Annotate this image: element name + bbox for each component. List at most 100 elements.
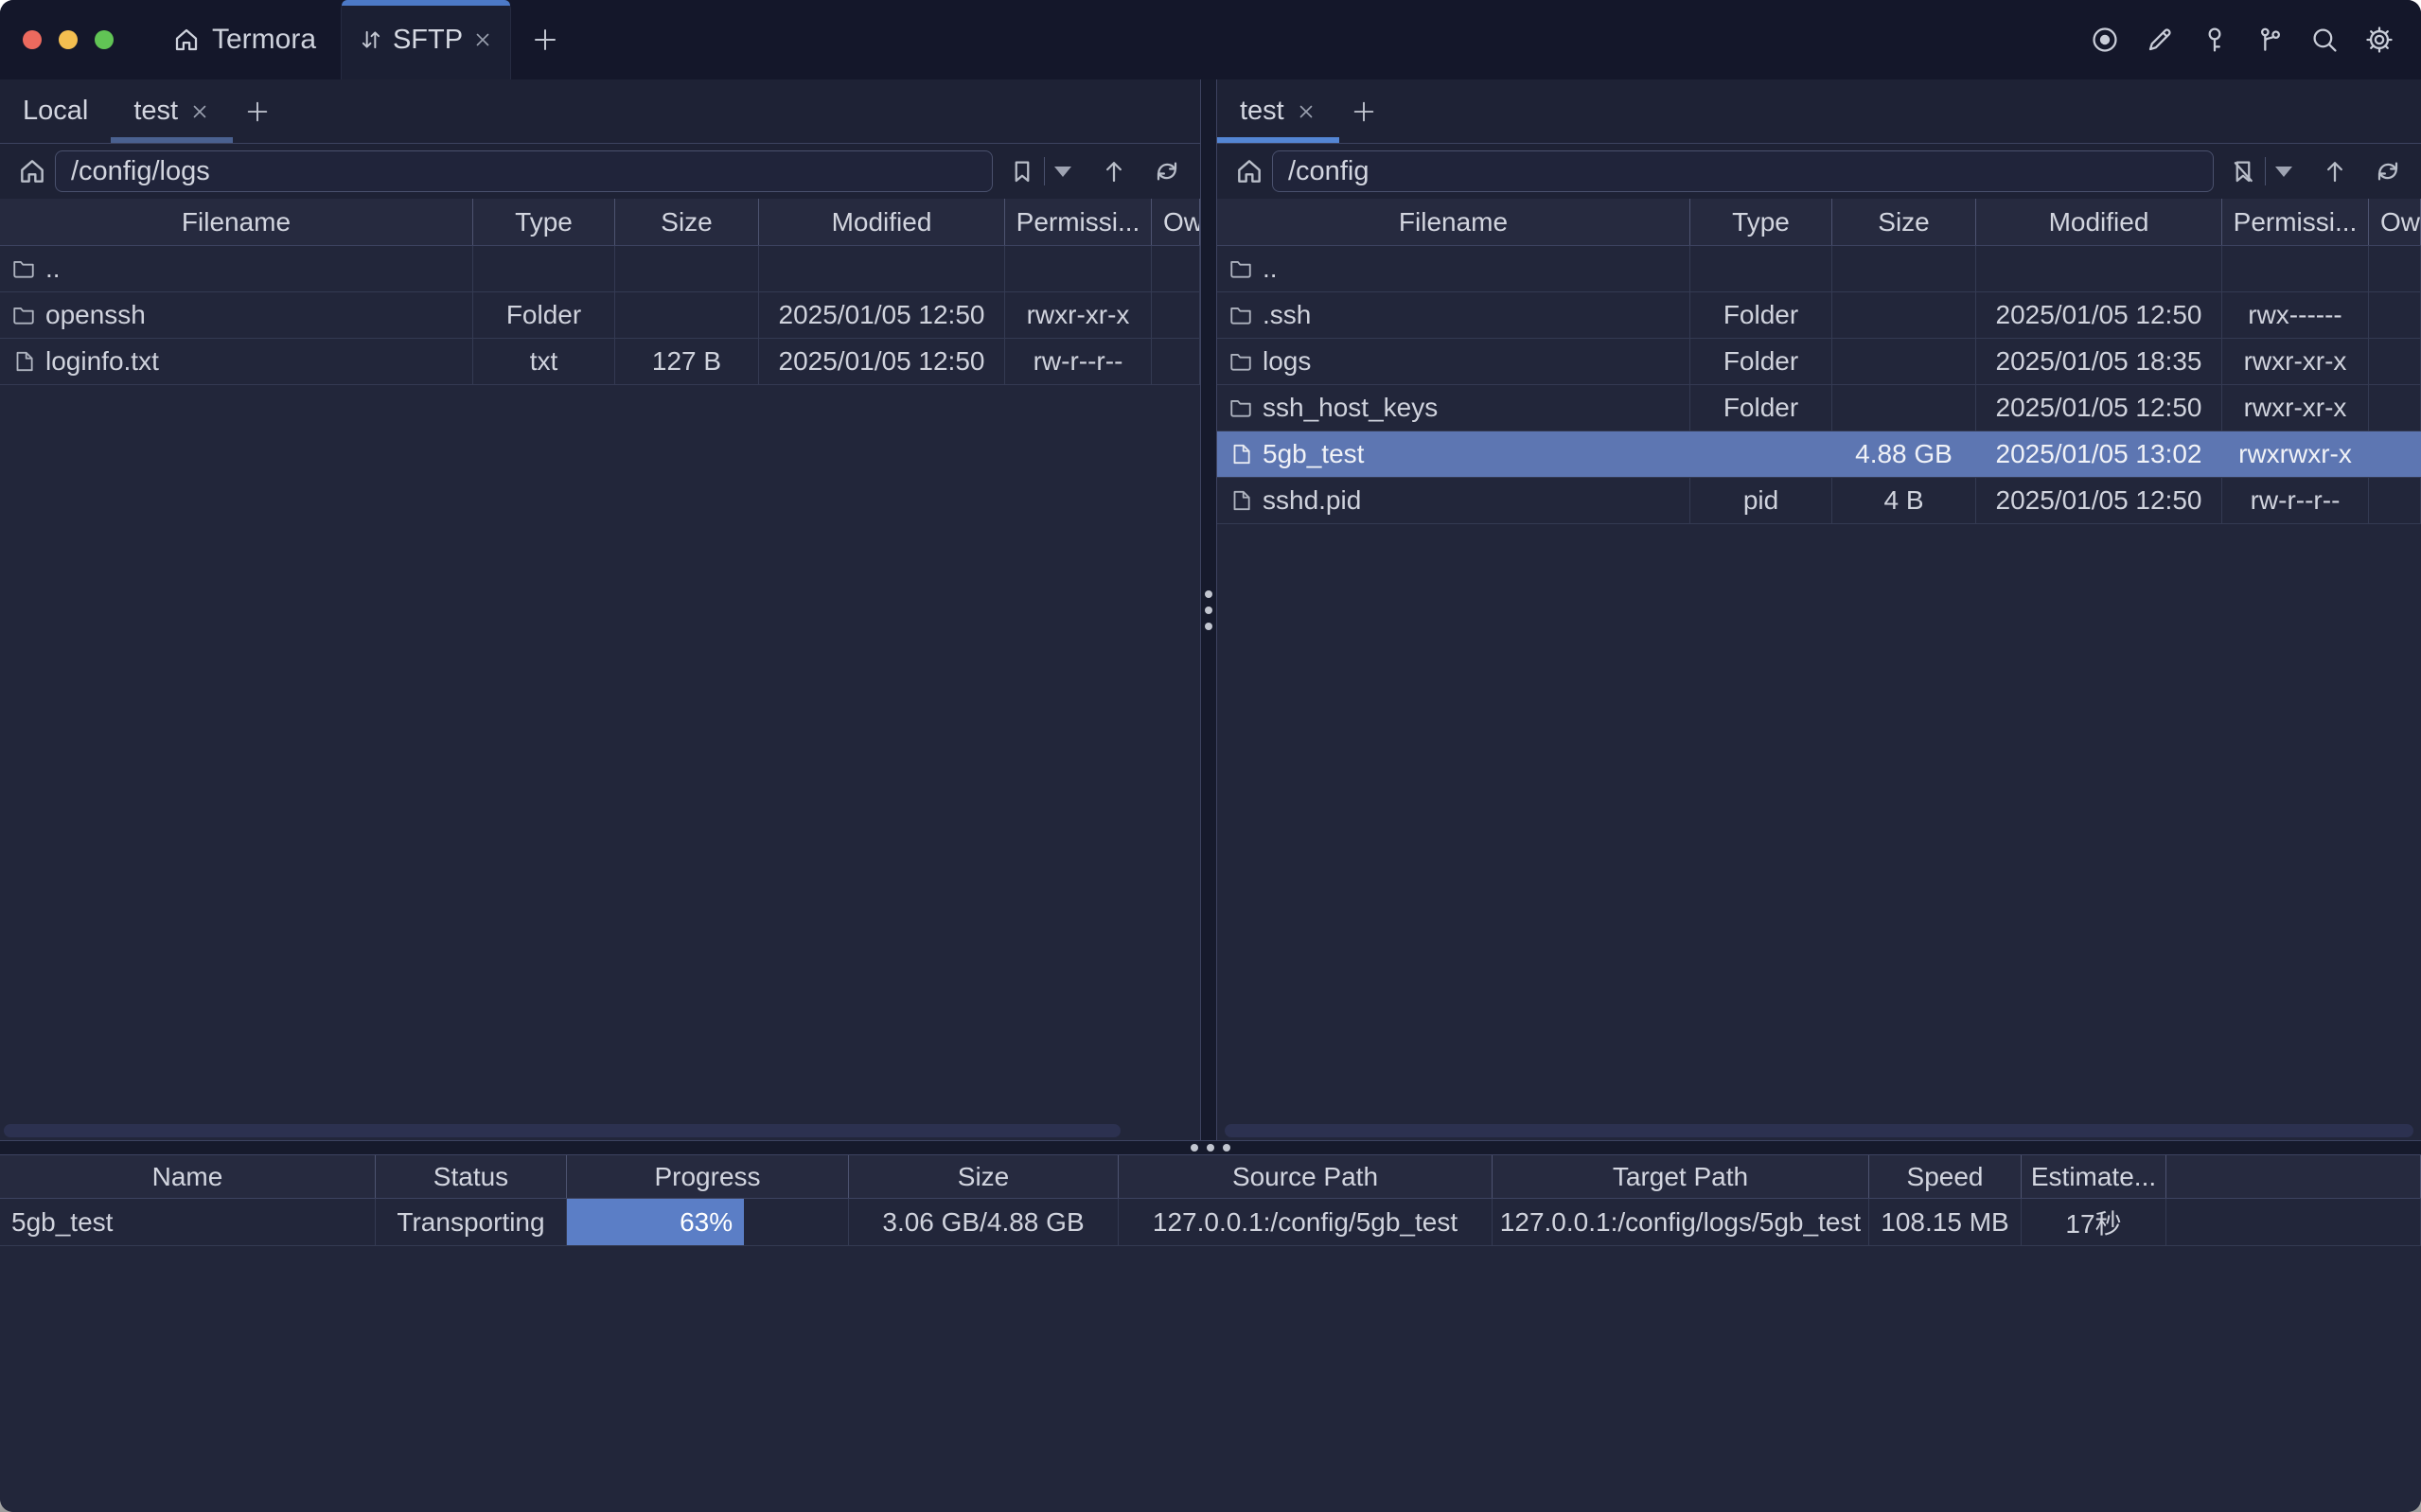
active-tab-indicator <box>342 0 510 6</box>
settings-icon[interactable] <box>2364 25 2394 55</box>
tab-test-right-label: test <box>1240 96 1284 127</box>
close-tab-icon[interactable] <box>1296 101 1317 122</box>
divider <box>1044 157 1045 185</box>
progress-label: 63% <box>680 1207 733 1238</box>
plus-icon <box>1351 98 1377 125</box>
transfers-header: Name Status Progress Size Source Path Ta… <box>0 1155 2421 1199</box>
column-speed[interactable]: Speed <box>1869 1155 2022 1198</box>
refresh-icon[interactable] <box>2374 157 2402 185</box>
left-path-input[interactable] <box>55 150 993 192</box>
search-icon[interactable] <box>2309 25 2340 55</box>
left-pane: Local test <box>0 79 1200 1140</box>
column-filename[interactable]: Filename <box>1217 199 1690 245</box>
transfer-row[interactable]: 5gb_test Transporting 63% 3.06 GB/4.88 G… <box>0 1199 2421 1246</box>
table-row[interactable]: loginfo.txt txt 127 B 2025/01/05 12:50 r… <box>0 339 1200 385</box>
keychain-icon[interactable] <box>2254 25 2285 55</box>
transfer-source-path: 127.0.0.1:/config/5gb_test <box>1119 1199 1493 1245</box>
table-row[interactable]: .. <box>1217 246 2421 292</box>
column-type[interactable]: Type <box>1690 199 1832 245</box>
table-row[interactable]: .. <box>0 246 1200 292</box>
transfer-splitter-horizontal[interactable] <box>0 1140 2421 1155</box>
table-row[interactable]: .ssh Folder 2025/01/05 12:50 rwx------ <box>1217 292 2421 339</box>
home-directory-icon[interactable] <box>1234 156 1264 186</box>
left-new-tab-button[interactable] <box>233 79 282 143</box>
right-path-tools <box>2214 157 2412 185</box>
plus-icon <box>244 98 271 125</box>
zoom-window-button[interactable] <box>95 30 114 49</box>
file-panes: Local test <box>0 79 2421 1140</box>
plus-icon <box>531 26 559 54</box>
column-target-path[interactable]: Target Path <box>1493 1155 1869 1198</box>
divider <box>2265 157 2266 185</box>
column-type[interactable]: Type <box>473 199 615 245</box>
folder-icon <box>1228 396 1253 420</box>
bookmark-dropdown-icon[interactable] <box>2275 167 2292 177</box>
column-modified[interactable]: Modified <box>759 199 1005 245</box>
home-tab[interactable]: Termora <box>148 0 341 79</box>
tab-sftp[interactable]: SFTP <box>341 0 511 79</box>
column-size[interactable]: Size <box>849 1155 1119 1198</box>
right-new-tab-button[interactable] <box>1339 79 1388 143</box>
refresh-icon[interactable] <box>1153 157 1181 185</box>
left-table-header: Filename Type Size Modified Permissi... … <box>0 199 1200 246</box>
column-source-path[interactable]: Source Path <box>1119 1155 1493 1198</box>
column-status[interactable]: Status <box>376 1155 567 1198</box>
table-row[interactable]: logs Folder 2025/01/05 18:35 rwxr-xr-x <box>1217 339 2421 385</box>
parent-directory-icon[interactable] <box>2321 157 2349 185</box>
traffic-lights <box>0 0 148 79</box>
bookmark-dropdown-icon[interactable] <box>1054 167 1071 177</box>
right-table-header: Filename Type Size Modified Permissi... … <box>1217 199 2421 246</box>
progress-fill: 63% <box>567 1199 744 1245</box>
right-path-input[interactable] <box>1272 150 2214 192</box>
column-owner[interactable]: Owner <box>2369 199 2421 245</box>
parent-directory-icon[interactable] <box>1100 157 1128 185</box>
table-row[interactable]: sshd.pid pid 4 B 2025/01/05 12:50 rw-r--… <box>1217 478 2421 524</box>
minimize-window-button[interactable] <box>59 30 78 49</box>
tab-test-left[interactable]: test <box>111 79 233 143</box>
file-icon <box>1228 488 1253 513</box>
app-title: Termora <box>212 24 316 56</box>
column-permissions[interactable]: Permissi... <box>1005 199 1152 245</box>
column-size[interactable]: Size <box>615 199 759 245</box>
transfer-target-path: 127.0.0.1:/config/logs/5gb_test <box>1493 1199 1869 1245</box>
close-sftp-tab-icon[interactable] <box>472 29 493 50</box>
folder-icon <box>1228 303 1253 327</box>
titlebar-toolbar <box>2090 0 2421 79</box>
tab-test-right[interactable]: test <box>1217 79 1339 143</box>
close-window-button[interactable] <box>23 30 42 49</box>
transfer-arrows-icon <box>359 27 383 52</box>
transfer-name: 5gb_test <box>0 1199 376 1245</box>
left-pathbar <box>0 144 1200 199</box>
table-row[interactable]: openssh Folder 2025/01/05 12:50 rwxr-xr-… <box>0 292 1200 339</box>
record-icon[interactable] <box>2090 25 2120 55</box>
tab-test-left-label: test <box>133 96 178 127</box>
column-permissions[interactable]: Permissi... <box>2222 199 2369 245</box>
home-directory-icon[interactable] <box>17 156 47 186</box>
transfer-size: 3.06 GB/4.88 GB <box>849 1199 1119 1245</box>
column-progress[interactable]: Progress <box>567 1155 849 1198</box>
column-filename[interactable]: Filename <box>0 199 473 245</box>
folder-icon <box>11 256 36 281</box>
column-owner[interactable]: Owner <box>1152 199 1200 245</box>
close-tab-icon[interactable] <box>189 101 210 122</box>
new-terminal-tab-button[interactable] <box>511 0 579 79</box>
left-horizontal-scrollbar[interactable] <box>4 1124 1121 1137</box>
key-icon[interactable] <box>2200 25 2230 55</box>
column-estimate[interactable]: Estimate... <box>2022 1155 2166 1198</box>
right-horizontal-scrollbar[interactable] <box>1225 1124 2413 1137</box>
bookmark-slash-icon[interactable] <box>2229 157 2257 185</box>
active-tab-underline <box>1217 137 1339 143</box>
right-pane-tabs: test <box>1217 79 2421 144</box>
table-row-selected[interactable]: 5gb_test 4.88 GB 2025/01/05 13:02 rwxrwx… <box>1217 431 2421 478</box>
splitter-grip-icon <box>1191 1144 1230 1152</box>
tab-local-label: Local <box>23 96 88 127</box>
pane-splitter-vertical[interactable] <box>1200 79 1217 1140</box>
edit-icon[interactable] <box>2145 25 2175 55</box>
bookmark-icon[interactable] <box>1008 157 1036 185</box>
column-name[interactable]: Name <box>0 1155 376 1198</box>
table-row[interactable]: ssh_host_keys Folder 2025/01/05 12:50 rw… <box>1217 385 2421 431</box>
column-modified[interactable]: Modified <box>1976 199 2222 245</box>
column-size[interactable]: Size <box>1832 199 1976 245</box>
tab-local[interactable]: Local <box>0 79 111 143</box>
left-path-tools <box>993 157 1191 185</box>
